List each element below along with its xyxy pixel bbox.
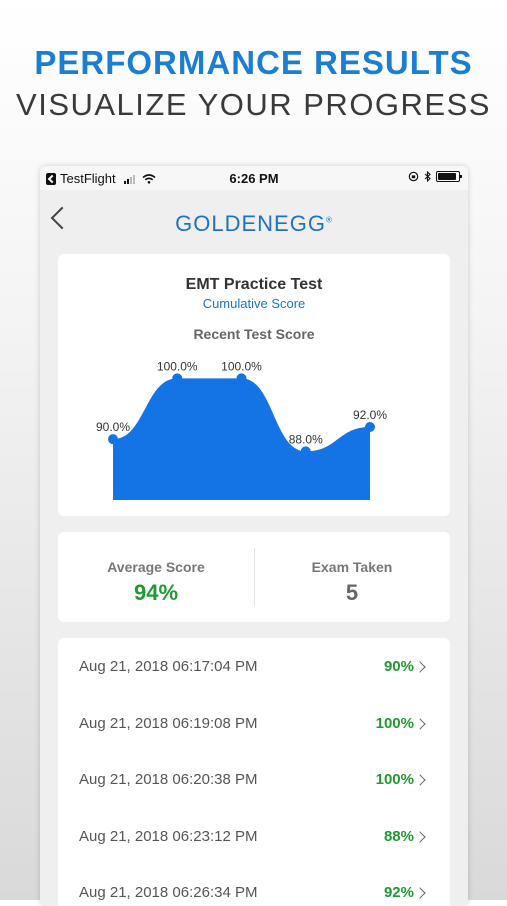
history-score: 100%: [375, 715, 414, 732]
battery-icon: [436, 171, 462, 182]
data-point: [108, 434, 118, 445]
history-row[interactable]: Aug 21, 2018 06:23:12 PM 88%: [58, 808, 450, 864]
logo-mark: ®: [325, 215, 333, 225]
data-label: 88.0%: [289, 432, 323, 446]
data-label: 90.0%: [96, 420, 130, 434]
history-score: 92%: [383, 884, 414, 901]
score-chart-card: EMT Practice Test Cumulative Score Recen…: [58, 254, 450, 516]
history-score: 90%: [383, 658, 414, 675]
status-time: 6:26 PM: [229, 171, 279, 186]
promo-subheadline: VISUALIZE YOUR PROGRESS: [16, 87, 491, 122]
status-right: [408, 171, 462, 182]
history-date: Aug 21, 2018 06:23:12 PM: [79, 828, 258, 845]
history-row[interactable]: Aug 21, 2018 06:17:04 PM 90%: [58, 638, 450, 694]
data-point: [172, 373, 183, 384]
test-history-list: Aug 21, 2018 06:17:04 PM 90% Aug 21, 201…: [58, 638, 450, 906]
history-score: 88%: [383, 828, 414, 845]
average-score-label: Average Score: [107, 559, 205, 575]
orientation-lock-icon: [408, 171, 419, 182]
data-point: [300, 446, 311, 457]
promo-headline: PERFORMANCE RESULTS: [34, 44, 473, 81]
history-date: Aug 21, 2018 06:19:08 PM: [79, 715, 258, 732]
history-date: Aug 21, 2018 06:17:04 PM: [79, 658, 258, 675]
chevron-right-icon: [414, 661, 426, 673]
data-label: 92.0%: [353, 408, 387, 422]
chevron-right-icon: [414, 774, 426, 786]
stats-card: Average Score 94% Exam Taken 5: [58, 532, 450, 622]
data-label: 100.0%: [157, 359, 198, 373]
history-row[interactable]: Aug 21, 2018 06:20:38 PM 100%: [58, 751, 450, 807]
data-point: [236, 373, 247, 384]
data-point: [365, 422, 375, 432]
status-bar: TestFlight 6:26 PM: [40, 166, 468, 190]
exam-taken-stat: Exam Taken 5: [254, 532, 450, 622]
history-date: Aug 21, 2018 06:20:38 PM: [79, 771, 258, 788]
data-label: 100.0%: [221, 359, 262, 373]
history-date: Aug 21, 2018 06:26:34 PM: [79, 884, 258, 901]
history-row[interactable]: Aug 21, 2018 06:19:08 PM 100%: [58, 695, 450, 751]
nav-bar: GOLDENEGG®: [40, 190, 468, 250]
history-score: 100%: [375, 771, 414, 788]
average-score-stat: Average Score 94%: [58, 532, 254, 622]
chevron-right-icon: [414, 831, 426, 843]
logo-text: GOLDENEGG: [175, 211, 326, 236]
exam-taken-label: Exam Taken: [311, 559, 393, 575]
average-score-value: 94%: [133, 580, 179, 605]
score-area-chart: 90.0% 100.0% 100.0% 88.0% 92.0%: [96, 359, 387, 500]
chevron-right-icon: [414, 887, 426, 899]
exam-taken-value: 5: [345, 580, 359, 605]
bluetooth-icon: [424, 171, 431, 182]
chevron-right-icon: [414, 718, 426, 730]
app-logo: GOLDENEGG®: [40, 211, 468, 237]
chart-area-fill: [113, 378, 370, 500]
phone-screen: TestFlight 6:26 PM GOLDENEGG® EMT Practi…: [40, 166, 468, 906]
